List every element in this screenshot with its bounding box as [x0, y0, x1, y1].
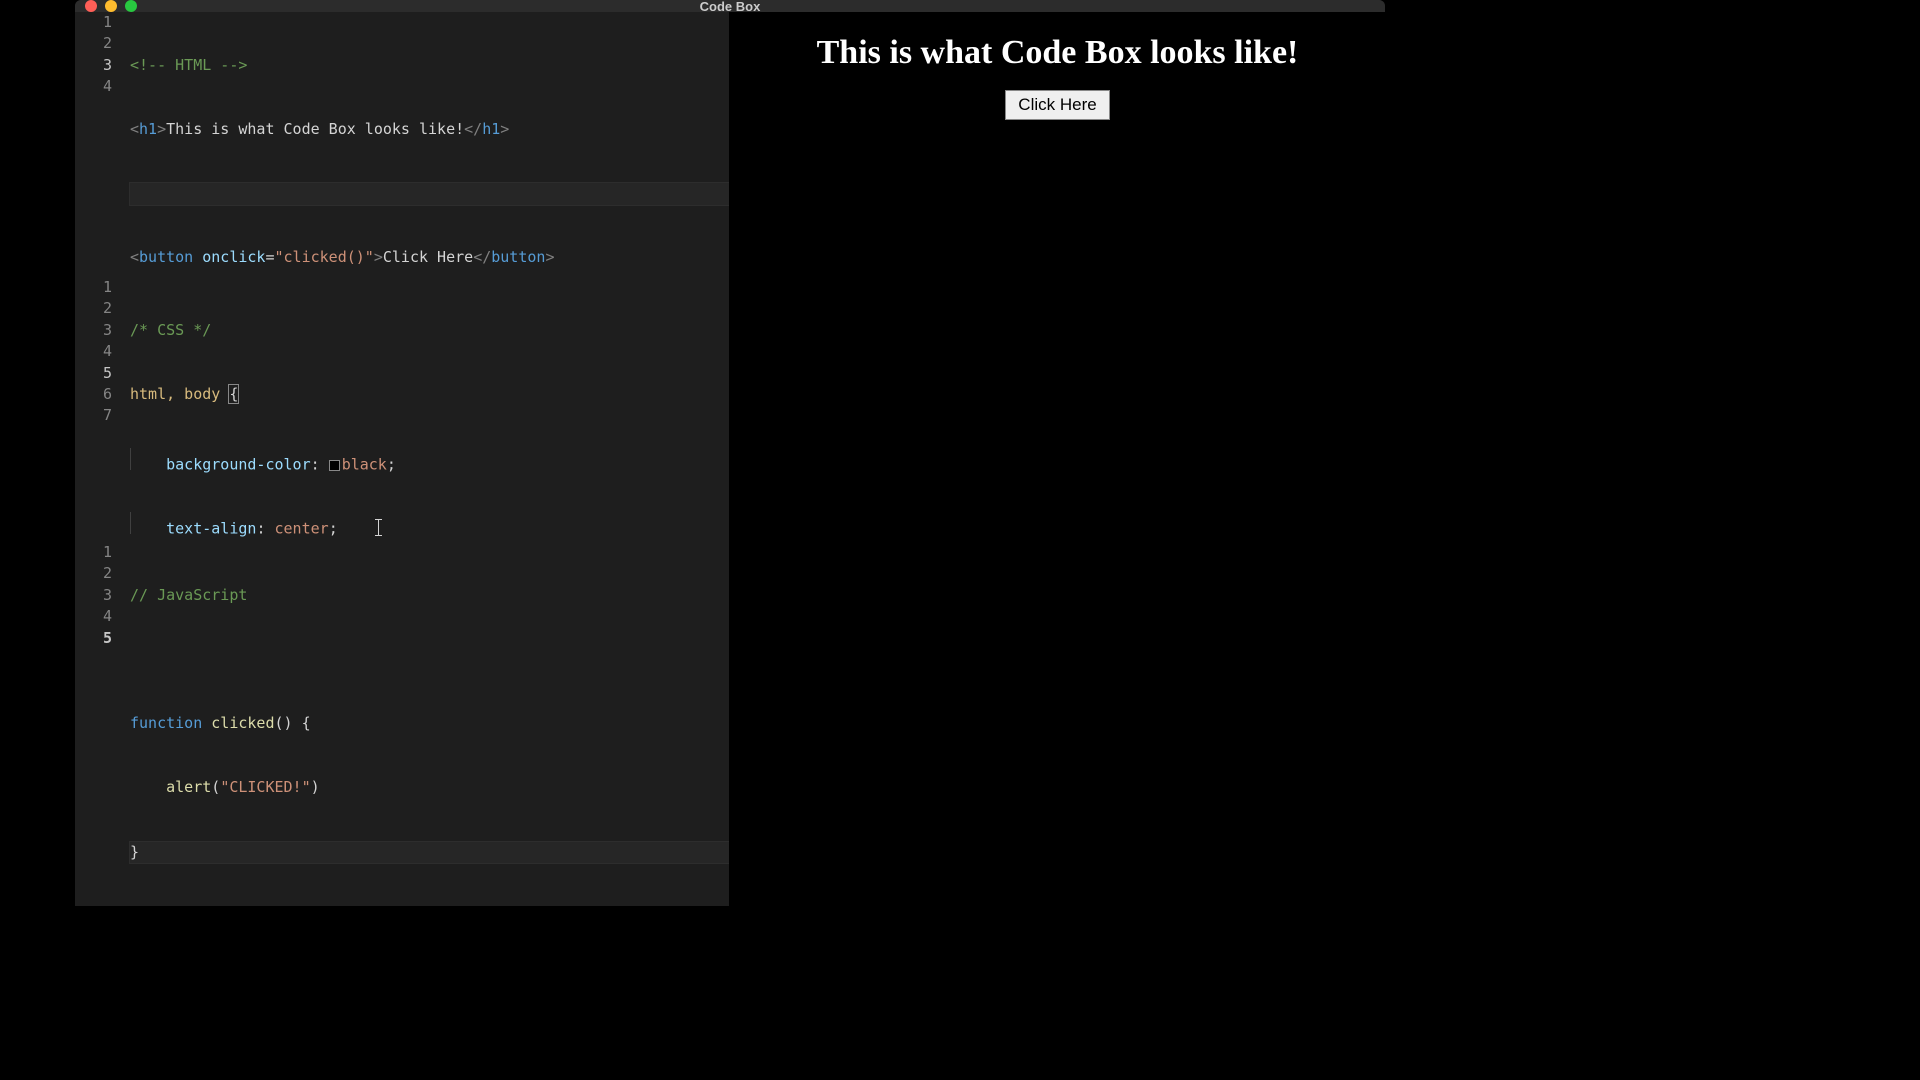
output-pane: This is what Code Box looks like! Click … — [730, 12, 1385, 906]
titlebar: Code Box — [75, 0, 1385, 12]
output-heading: This is what Code Box looks like! — [817, 34, 1299, 72]
js-editor-pane[interactable]: 1 2 3 4 5 // JavaScript function clicked… — [75, 542, 729, 906]
html-code[interactable]: <!-- HTML --> <h1>This is what Code Box … — [130, 12, 729, 277]
html-editor-pane[interactable]: 1 2 3 4 <!-- HTML --> <h1>This is what C… — [75, 12, 729, 277]
color-swatch-black-icon — [329, 460, 340, 471]
css-code[interactable]: /* CSS */ html, body { background-color:… — [130, 277, 729, 542]
js-code[interactable]: // JavaScript function clicked() { alert… — [130, 542, 729, 906]
css-gutter: 1 2 3 4 5 6 7 — [75, 277, 130, 542]
js-gutter: 1 2 3 4 5 — [75, 542, 130, 906]
editor-side: 1 2 3 4 <!-- HTML --> <h1>This is what C… — [75, 12, 730, 906]
text-cursor-icon — [378, 519, 379, 536]
click-here-button[interactable]: Click Here — [1005, 90, 1109, 120]
css-editor-pane[interactable]: 1 2 3 4 5 6 7 /* CSS */ html, body { bac… — [75, 277, 729, 542]
html-gutter: 1 2 3 4 — [75, 12, 130, 277]
app-window: Code Box 1 2 3 4 <!-- HTML --> <h1>This … — [75, 0, 1385, 828]
content-area: 1 2 3 4 <!-- HTML --> <h1>This is what C… — [75, 12, 1385, 906]
